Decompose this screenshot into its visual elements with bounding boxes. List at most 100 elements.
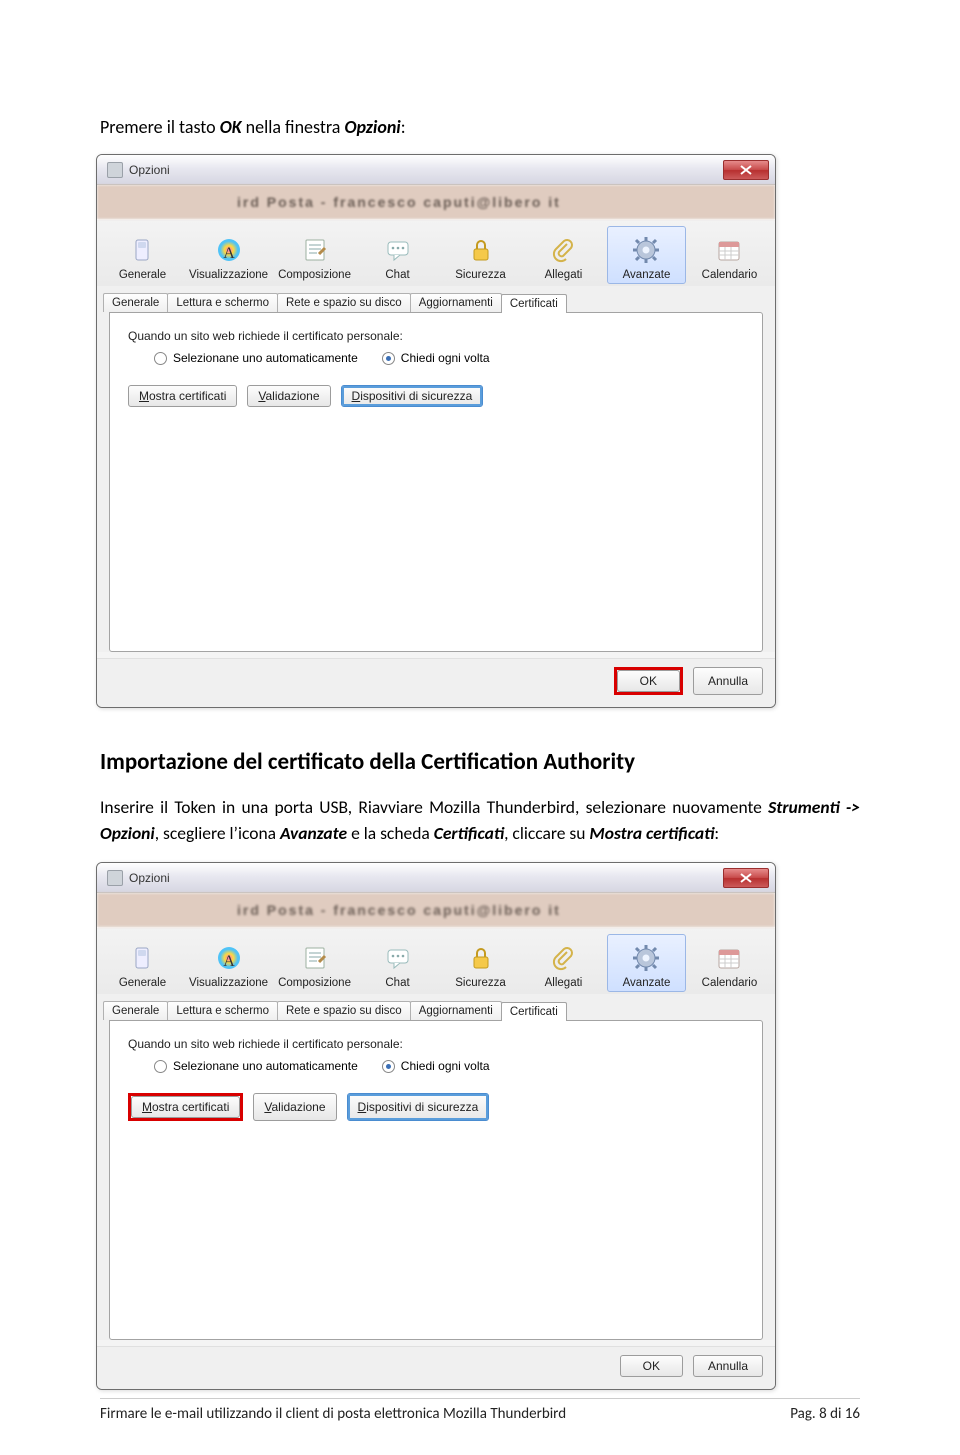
radio-ask[interactable]: Chiedi ogni volta bbox=[382, 351, 490, 365]
main-toolbar: Generale A Visualizzazione Composizione … bbox=[97, 219, 775, 286]
toolbar-label: Allegati bbox=[545, 977, 583, 989]
close-icon[interactable] bbox=[723, 160, 769, 180]
subtab-lettura[interactable]: Lettura e schermo bbox=[167, 293, 278, 312]
radio-auto[interactable]: Selezionane uno automaticamente bbox=[154, 1059, 358, 1073]
ok-button[interactable]: OK bbox=[620, 1355, 683, 1377]
subtab-generale[interactable]: Generale bbox=[103, 293, 168, 312]
dialog-actions: OK Annulla bbox=[97, 1346, 775, 1389]
highlight-mostra: Mostra certificati bbox=[128, 1093, 243, 1121]
switch-icon bbox=[126, 942, 158, 974]
toolbar-calendario[interactable]: Calendario bbox=[690, 934, 769, 992]
toolbar-allegati[interactable]: Allegati bbox=[524, 934, 603, 992]
security-devices-button[interactable]: Dispositivi di sicurezza bbox=[347, 1093, 490, 1121]
svg-text:A: A bbox=[223, 953, 235, 970]
radio-icon bbox=[154, 352, 167, 365]
gear-icon bbox=[630, 942, 662, 974]
toolbar-avanzate[interactable]: Avanzate bbox=[607, 934, 686, 992]
p-seg: e la scheda bbox=[347, 822, 434, 844]
toolbar-sicurezza[interactable]: Sicurezza bbox=[441, 226, 520, 284]
toolbar-label: Chat bbox=[385, 977, 409, 989]
radio-ask[interactable]: Chiedi ogni volta bbox=[382, 1059, 490, 1073]
palette-icon: A bbox=[213, 234, 245, 266]
intro-bold-ok: OK bbox=[220, 116, 242, 138]
intro-suffix: : bbox=[401, 116, 406, 138]
toolbar-visualizzazione[interactable]: A Visualizzazione bbox=[186, 226, 271, 284]
toolbar-composizione[interactable]: Composizione bbox=[275, 934, 354, 992]
subtab-rete[interactable]: Rete e spazio su disco bbox=[277, 293, 411, 312]
toolbar-generale[interactable]: Generale bbox=[103, 934, 182, 992]
close-icon[interactable] bbox=[723, 868, 769, 888]
toolbar-avanzate[interactable]: Avanzate bbox=[607, 226, 686, 284]
radio-label: Selezionane uno automaticamente bbox=[173, 351, 358, 365]
cert-request-label: Quando un sito web richiede il certifica… bbox=[128, 1037, 744, 1051]
chat-icon bbox=[382, 942, 414, 974]
page-footer: Firmare le e-mail utilizzando il client … bbox=[100, 1398, 860, 1423]
footer-left: Firmare le e-mail utilizzando il client … bbox=[100, 1405, 566, 1423]
show-certificates-button[interactable]: Mostra certificati bbox=[131, 1096, 240, 1118]
main-toolbar: Generale A Visualizzazione Composizione … bbox=[97, 927, 775, 994]
calendar-icon bbox=[713, 942, 745, 974]
toolbar-composizione[interactable]: Composizione bbox=[275, 226, 354, 284]
radio-auto[interactable]: Selezionane uno automaticamente bbox=[154, 351, 358, 365]
radio-label: Chiedi ogni volta bbox=[401, 1059, 490, 1073]
toolbar-label: Calendario bbox=[702, 269, 758, 281]
toolbar-label: Visualizzazione bbox=[189, 269, 268, 281]
p-bold: Avanzate bbox=[280, 822, 347, 844]
radio-label: Selezionane uno automaticamente bbox=[173, 1059, 358, 1073]
highlight-ok: OK bbox=[614, 667, 683, 695]
cert-request-label: Quando un sito web richiede il certifica… bbox=[128, 329, 744, 343]
tab-content: Quando un sito web richiede il certifica… bbox=[109, 312, 763, 652]
toolbar-label: Generale bbox=[119, 977, 166, 989]
blurred-background-bar: ird Posta - francesco caputi@libero it bbox=[97, 893, 775, 927]
intro-line: Premere il tasto OK nella finestra Opzio… bbox=[100, 116, 860, 138]
window-title: Opzioni bbox=[129, 163, 170, 177]
toolbar-chat[interactable]: Chat bbox=[358, 226, 437, 284]
p-seg: Inserire il Token in una porta USB, Riav… bbox=[100, 796, 768, 818]
toolbar-calendario[interactable]: Calendario bbox=[690, 226, 769, 284]
toolbar-generale[interactable]: Generale bbox=[103, 226, 182, 284]
toolbar-visualizzazione[interactable]: A Visualizzazione bbox=[186, 934, 271, 992]
toolbar-allegati[interactable]: Allegati bbox=[524, 226, 603, 284]
titlebar: Opzioni bbox=[97, 155, 775, 185]
subtab-certificati[interactable]: Certificati bbox=[501, 294, 567, 313]
toolbar-label: Allegati bbox=[545, 269, 583, 281]
security-devices-button[interactable]: Dispositivi di sicurezza bbox=[341, 385, 484, 407]
subtab-rete[interactable]: Rete e spazio su disco bbox=[277, 1001, 411, 1020]
validation-button[interactable]: Validazione bbox=[247, 385, 330, 407]
intro-text: Premere il tasto bbox=[100, 116, 220, 138]
switch-icon bbox=[126, 234, 158, 266]
radio-icon bbox=[382, 1060, 395, 1073]
radio-icon bbox=[154, 1060, 167, 1073]
calendar-icon bbox=[713, 234, 745, 266]
show-certificates-button[interactable]: Mostra certificati bbox=[128, 385, 237, 407]
app-icon bbox=[107, 870, 123, 886]
toolbar-chat[interactable]: Chat bbox=[358, 934, 437, 992]
bg-strip bbox=[106, 1135, 766, 1157]
subtab-certificati[interactable]: Certificati bbox=[501, 1002, 567, 1021]
ok-button[interactable]: OK bbox=[617, 670, 680, 692]
paperclip-icon bbox=[547, 234, 579, 266]
paperclip-icon bbox=[547, 942, 579, 974]
toolbar-label: Composizione bbox=[278, 269, 351, 281]
validation-button[interactable]: Validazione bbox=[253, 1093, 336, 1121]
subtab-lettura[interactable]: Lettura e schermo bbox=[167, 1001, 278, 1020]
app-icon bbox=[107, 162, 123, 178]
toolbar-sicurezza[interactable]: Sicurezza bbox=[441, 934, 520, 992]
bg-strip bbox=[106, 1161, 766, 1183]
subtab-aggiornamenti[interactable]: Aggiornamenti bbox=[410, 1001, 502, 1020]
sub-tabs: Generale Lettura e schermo Rete e spazio… bbox=[103, 290, 769, 312]
mnemonic: D bbox=[352, 389, 361, 403]
lock-icon bbox=[465, 942, 497, 974]
cancel-button[interactable]: Annulla bbox=[693, 1355, 763, 1377]
intro-bold-opzioni: Opzioni bbox=[344, 116, 400, 138]
subtab-aggiornamenti[interactable]: Aggiornamenti bbox=[410, 293, 502, 312]
toolbar-label: Calendario bbox=[702, 977, 758, 989]
subtab-generale[interactable]: Generale bbox=[103, 1001, 168, 1020]
p-bold: Certificati bbox=[434, 822, 504, 844]
mnemonic: D bbox=[358, 1100, 367, 1114]
chat-icon bbox=[382, 234, 414, 266]
toolbar-label: Sicurezza bbox=[455, 977, 506, 989]
p-seg: , scegliere l’icona bbox=[155, 822, 280, 844]
radio-label: Chiedi ogni volta bbox=[401, 351, 490, 365]
cancel-button[interactable]: Annulla bbox=[693, 667, 763, 695]
